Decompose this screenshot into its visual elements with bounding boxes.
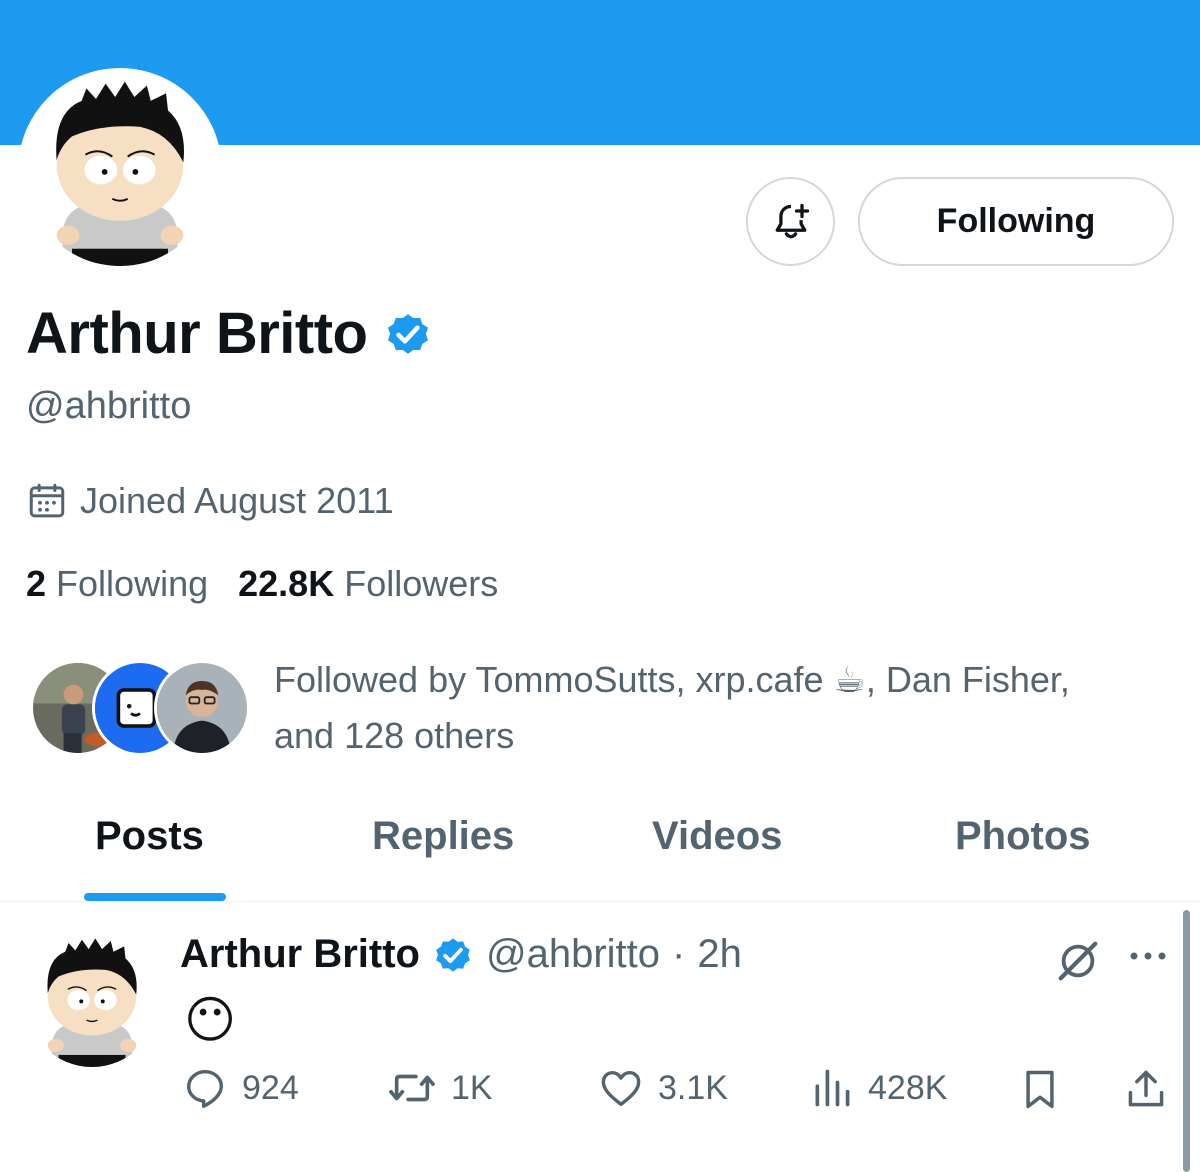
profile-avatar[interactable]	[18, 68, 222, 272]
follower-avatar-3	[154, 660, 250, 756]
post-author-handle[interactable]: @ahbritto	[486, 932, 660, 977]
avatar-cartoon-image	[24, 74, 216, 266]
calendar-icon	[29, 483, 65, 518]
post-actions: 924 1K 3.1K 428K	[182, 1065, 1172, 1121]
profile-name-row: Arthur Britto	[26, 300, 433, 367]
verified-badge-icon[interactable]	[383, 309, 433, 359]
grok-icon[interactable]	[1055, 938, 1101, 984]
more-icon[interactable]	[1128, 946, 1172, 966]
tab-photos[interactable]: Photos	[955, 814, 1091, 859]
views-count: 428K	[868, 1068, 948, 1107]
verified-badge-icon[interactable]	[432, 934, 474, 976]
bookmark-icon	[1026, 1070, 1054, 1109]
notify-bell-button[interactable]	[746, 177, 835, 266]
repost-button[interactable]: 1K	[387, 1065, 493, 1111]
views-button[interactable]: 428K	[810, 1065, 947, 1111]
followed-by-avatars[interactable]	[30, 660, 250, 760]
share-icon	[1128, 1070, 1164, 1107]
bell-plus-icon	[775, 203, 809, 238]
post-author-avatar[interactable]	[25, 933, 159, 1067]
reply-icon	[186, 1069, 224, 1108]
following-label: Following	[56, 563, 209, 604]
following-button[interactable]: Following	[858, 177, 1174, 266]
followers-count-link[interactable]: 22.8K Followers	[238, 563, 498, 605]
following-count-link[interactable]: 2 Following	[26, 563, 208, 605]
like-count: 3.1K	[658, 1068, 728, 1107]
share-button[interactable]	[1124, 1065, 1168, 1113]
followed-by-text[interactable]: Followed by TommoSutts, xrp.cafe ☕, Dan …	[274, 652, 1094, 764]
tab-replies[interactable]: Replies	[372, 814, 514, 859]
like-button[interactable]: 3.1K	[598, 1065, 728, 1111]
follow-counts: 2 Following 22.8K Followers	[26, 563, 498, 605]
post-content: 😶	[184, 992, 237, 1048]
like-icon	[601, 1070, 641, 1107]
post-author-name[interactable]: Arthur Britto	[180, 932, 420, 977]
post-separator: ·	[672, 932, 686, 976]
post-header: Arthur Britto @ahbritto · 2h	[180, 932, 742, 977]
bookmark-button[interactable]	[1018, 1065, 1062, 1113]
post-time[interactable]: 2h	[697, 932, 742, 977]
joined-text: Joined August 2011	[80, 480, 394, 521]
active-tab-indicator	[84, 893, 226, 901]
reply-button[interactable]: 924	[182, 1065, 299, 1111]
joined-date: Joined August 2011	[26, 480, 394, 522]
profile-handle: @ahbritto	[26, 385, 192, 427]
reply-count: 924	[242, 1068, 299, 1107]
avatar-cartoon-image	[25, 933, 159, 1067]
profile-tabs: Posts Replies Videos Photos	[0, 800, 1200, 902]
repost-count: 1K	[451, 1068, 493, 1107]
following-count: 2	[26, 563, 47, 604]
tab-posts[interactable]: Posts	[95, 814, 204, 859]
scrollbar[interactable]	[1183, 910, 1190, 1172]
followers-label: Followers	[344, 563, 499, 604]
repost-icon	[389, 1074, 435, 1102]
followers-count: 22.8K	[238, 563, 335, 604]
tab-videos[interactable]: Videos	[652, 814, 782, 859]
views-icon	[815, 1069, 850, 1107]
profile-name: Arthur Britto	[26, 301, 368, 366]
